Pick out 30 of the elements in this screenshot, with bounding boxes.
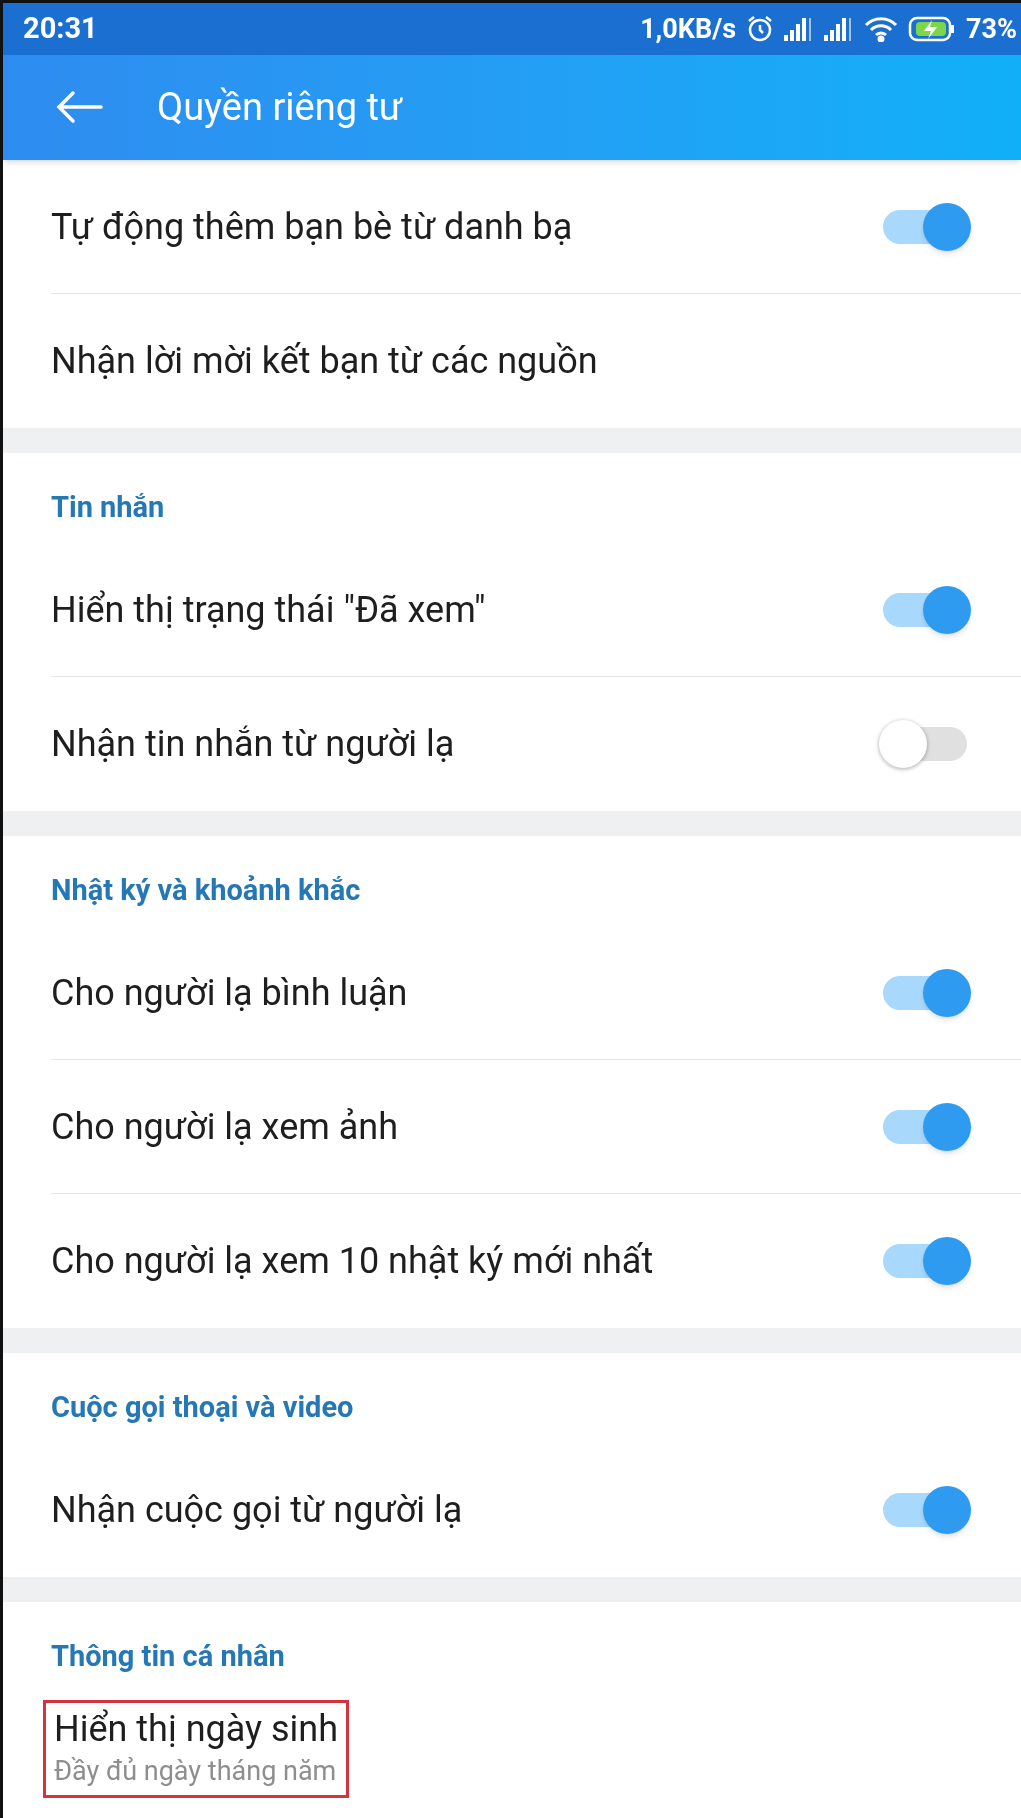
row-label: Cho người lạ xem ảnh <box>51 1104 398 1150</box>
settings-row[interactable]: Cho người lạ xem 10 nhật ký mới nhất <box>51 1194 1021 1328</box>
section-title: Nhật ký và khoảnh khắc <box>51 871 361 909</box>
settings-row[interactable]: Cho người lạ bình luận <box>51 926 1021 1060</box>
settings-row[interactable]: Cho người lạ xem ảnh <box>51 1060 1021 1194</box>
section-title: Thông tin cá nhân <box>51 1637 285 1675</box>
settings-row[interactable]: Tự động thêm bạn bè từ danh bạ <box>51 160 1021 294</box>
section-title: Tin nhắn <box>51 488 165 526</box>
row-value: Đầy đủ ngày tháng năm <box>54 1754 338 1789</box>
row-label: Cho người lạ bình luận <box>51 970 408 1016</box>
wifi-icon <box>864 15 899 42</box>
battery-charging-icon <box>908 14 957 43</box>
section-title: Cuộc gọi thoại và video <box>51 1388 354 1426</box>
settings-row[interactable]: Hiển thị trạng thái "Đã xem" <box>51 543 1021 677</box>
row-label: Nhận lời mời kết bạn từ các nguồn <box>51 339 598 384</box>
status-time: 20:31 <box>23 10 98 48</box>
back-arrow-icon[interactable] <box>55 90 103 125</box>
row-label: Tự động thêm bạn bè từ danh bạ <box>51 204 573 250</box>
row-label: Hiển thị trạng thái "Đã xem" <box>51 587 486 633</box>
screen-title: Quyền riêng tư <box>157 83 403 131</box>
settings-row[interactable]: Hiển thị ngày sinh Đầy đủ ngày tháng năm <box>43 1700 350 1798</box>
row-label: Hiển thị ngày sinh <box>54 1707 339 1752</box>
battery-percent: 73% <box>966 11 1017 47</box>
network-speed: 1,0KB/s <box>640 11 737 47</box>
row-label: Nhận tin nhắn từ người lạ <box>51 722 455 767</box>
row-label: Cho người lạ xem 10 nhật ký mới nhất <box>51 1239 654 1284</box>
settings-row[interactable]: Nhận cuộc gọi từ người lạ <box>51 1443 1021 1577</box>
settings-row[interactable]: Nhận tin nhắn từ người lạ <box>51 677 1021 811</box>
row-label: Nhận cuộc gọi từ người lạ <box>51 1488 463 1533</box>
settings-row[interactable]: Nhận lời mời kết bạn từ các nguồn <box>51 294 1021 428</box>
